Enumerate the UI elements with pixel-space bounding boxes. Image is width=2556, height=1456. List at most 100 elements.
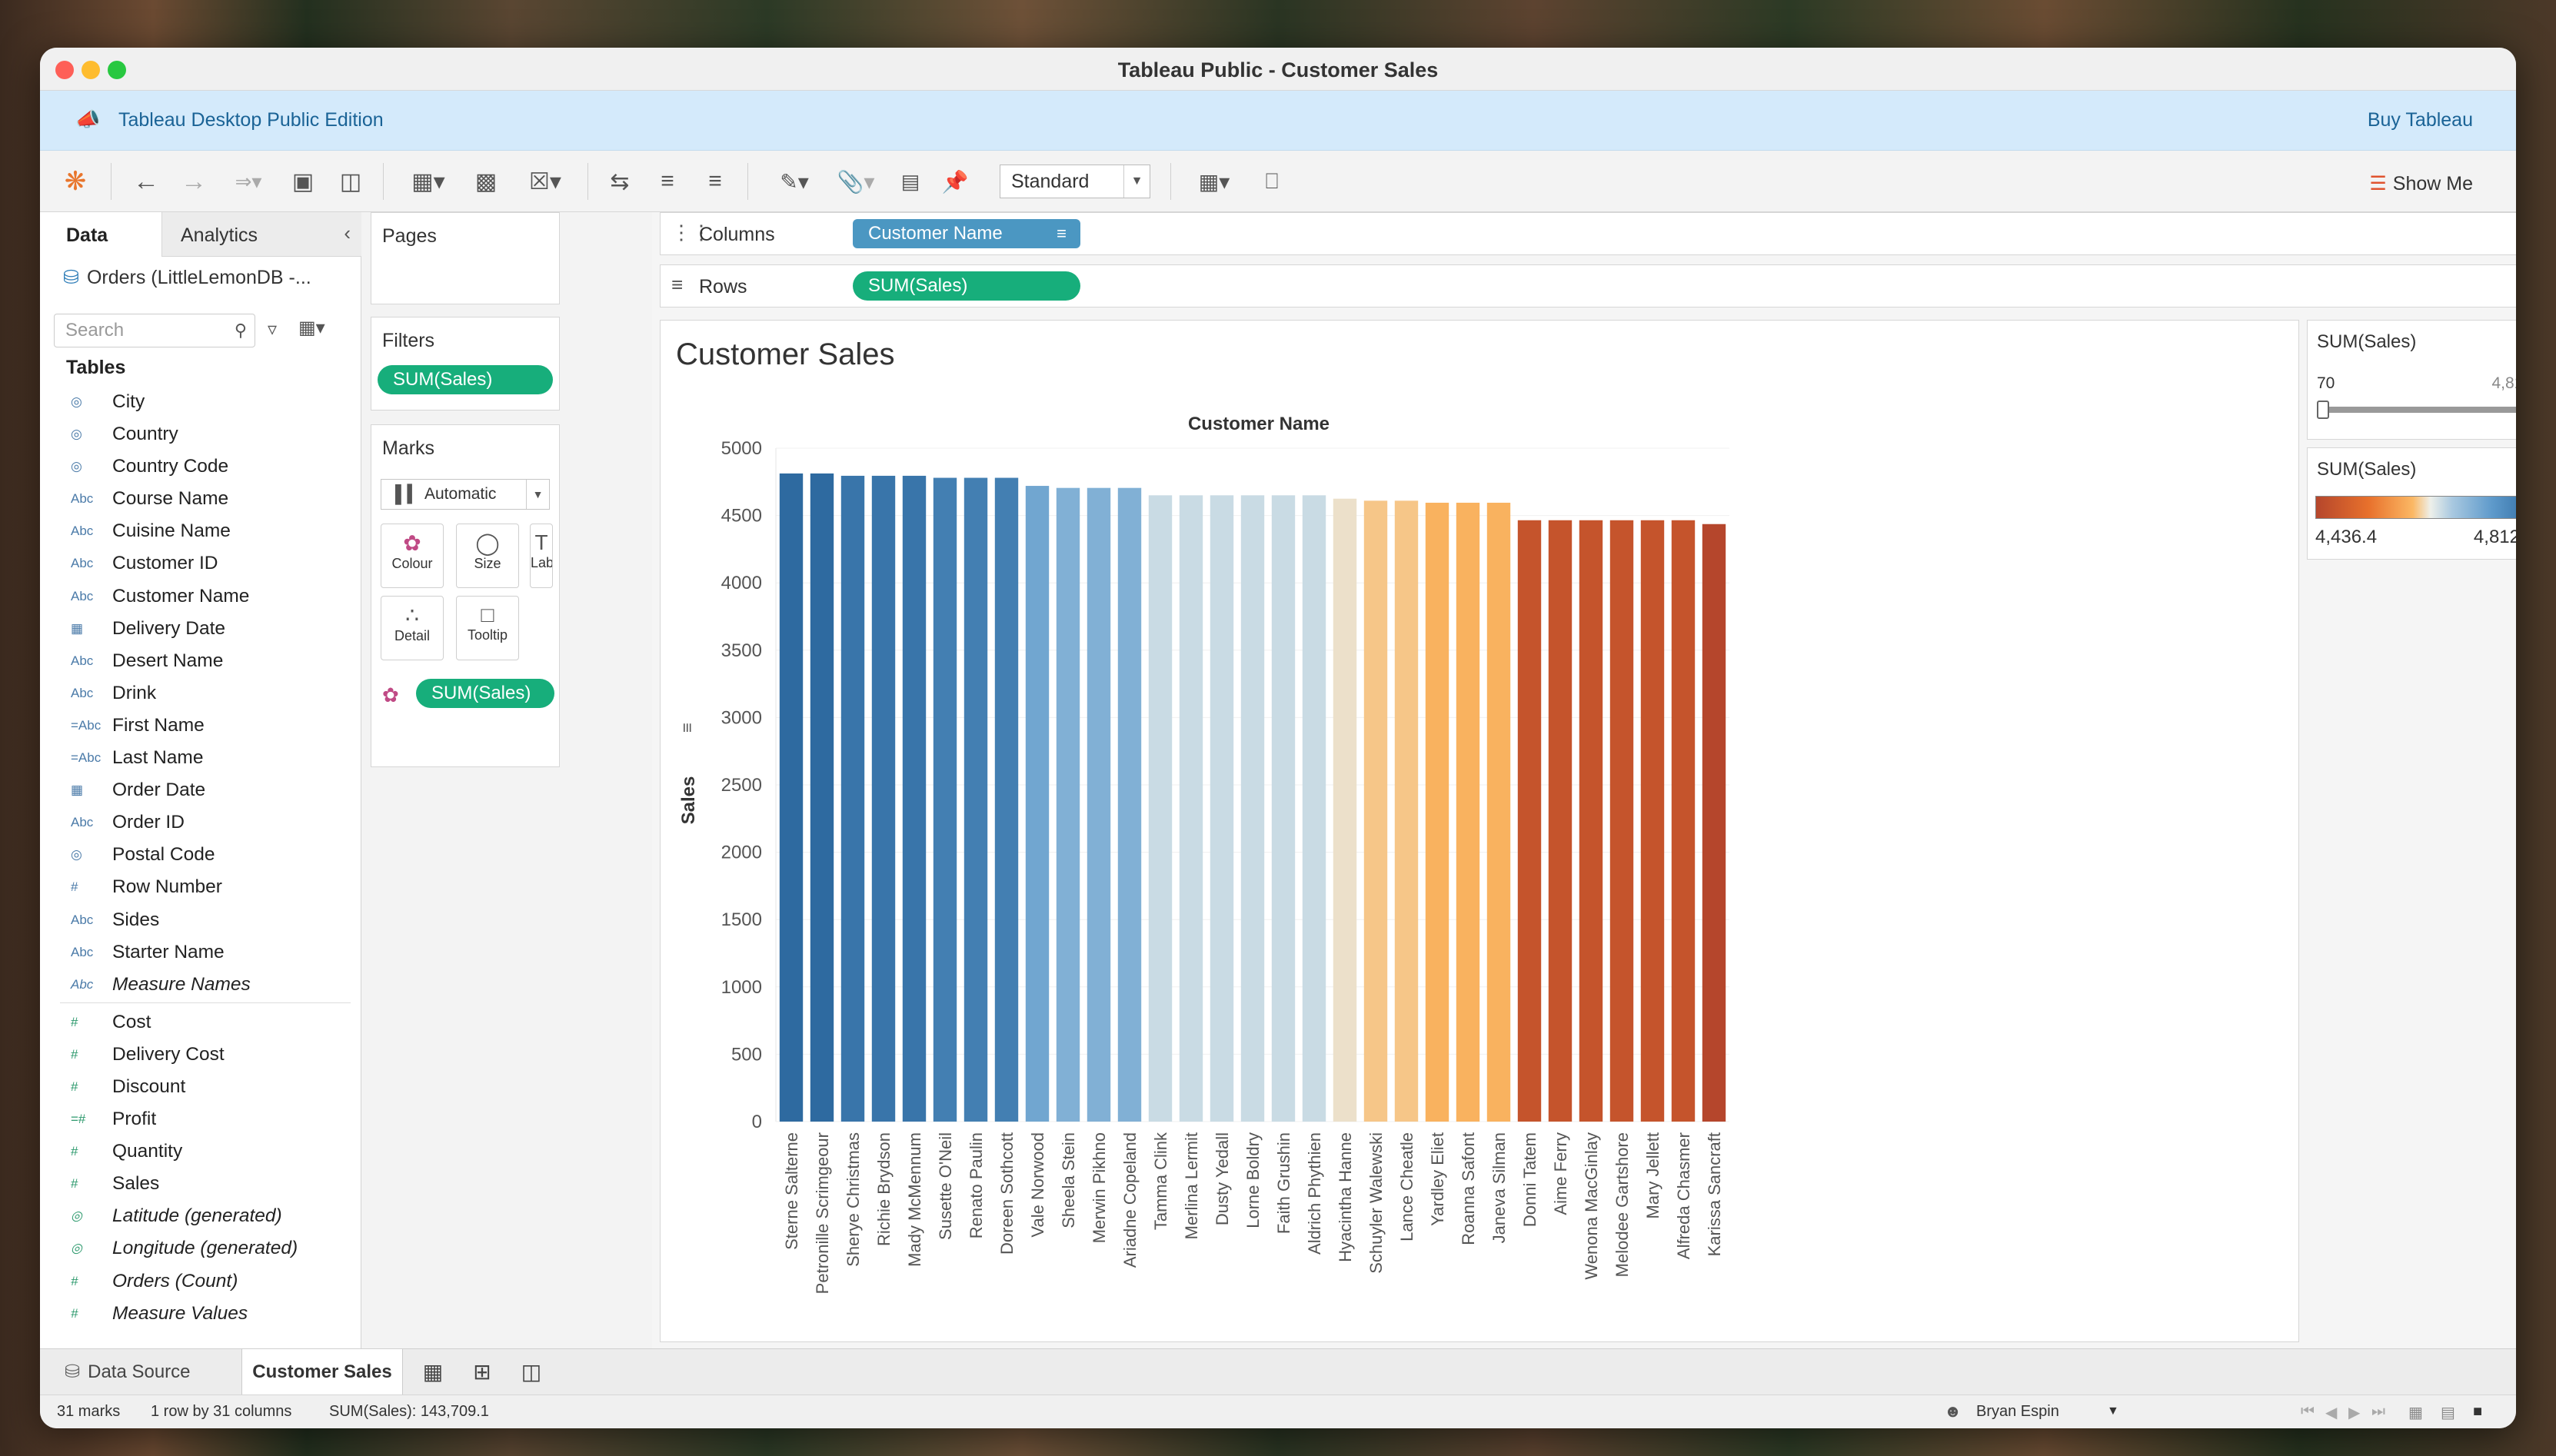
field-item[interactable]: Abc Customer ID <box>40 547 361 580</box>
clear-sheet-icon[interactable]: ☒▾ <box>515 163 575 200</box>
new-dashboard-tab-icon[interactable]: ⊞ <box>463 1349 501 1395</box>
next-sheet-icon[interactable]: ▶ <box>2348 1403 2360 1422</box>
field-item[interactable]: # Quantity <box>40 1135 361 1168</box>
filter-fields-icon[interactable]: ▿ <box>268 318 277 341</box>
tab-customer-sales[interactable]: Customer Sales <box>241 1349 403 1395</box>
field-item[interactable]: Abc Sides <box>40 904 361 936</box>
new-datasource-icon[interactable]: ◫ <box>332 163 369 200</box>
presentation-mode-icon[interactable]: ⎕ <box>1253 163 1290 200</box>
field-item[interactable]: Abc Starter Name <box>40 936 361 969</box>
colour-pill[interactable]: SUM(Sales) <box>416 679 554 708</box>
tab-data[interactable]: Data <box>40 212 161 257</box>
highlight-icon[interactable]: ✎▾ <box>767 163 821 200</box>
field-item[interactable]: ◎ Longitude (generated) <box>40 1232 361 1265</box>
field-label: Latitude (generated) <box>112 1205 282 1227</box>
buy-tableau-link[interactable]: Buy Tableau <box>2368 109 2473 131</box>
fix-axes-icon[interactable]: 📌 <box>937 163 973 200</box>
filter-slider-track[interactable] <box>2323 407 2516 413</box>
field-item[interactable]: # Delivery Cost <box>40 1039 361 1071</box>
field-label: Sides <box>112 909 160 930</box>
tooltip-button[interactable]: □ Tooltip <box>456 596 519 660</box>
field-item[interactable]: Abc Desert Name <box>40 645 361 677</box>
field-type-icon: Abc <box>71 685 94 700</box>
mark-type-dropdown[interactable]: ▌▍ Automatic ▼ <box>381 479 550 510</box>
columns-label: Columns <box>699 224 775 245</box>
swap-axes-icon[interactable]: ⇆ <box>601 163 638 200</box>
field-item[interactable]: ▦ Order Date <box>40 774 361 806</box>
detail-button[interactable]: ∴ Detail <box>381 596 444 660</box>
field-type-icon: Abc <box>71 912 94 927</box>
new-story-tab-icon[interactable]: ◫ <box>512 1349 551 1395</box>
filmstrip-view-icon[interactable]: ▤ <box>2441 1403 2455 1422</box>
field-item[interactable]: # Orders (Count) <box>40 1265 361 1298</box>
field-item[interactable]: Abc Order ID <box>40 806 361 839</box>
field-item[interactable]: # Row Number <box>40 871 361 903</box>
grid-view-icon[interactable]: ▦ <box>2408 1403 2423 1422</box>
sort-descending-icon[interactable]: ≡ <box>697 163 734 200</box>
replay-icon[interactable]: ⇒▾ <box>221 163 275 200</box>
show-me-button[interactable]: ☰ Show Me <box>2369 172 2473 195</box>
tabs-view-icon[interactable]: ■ <box>2473 1403 2482 1421</box>
field-item[interactable]: Abc Drink <box>40 677 361 710</box>
view-options-icon[interactable]: ▦▾ <box>298 317 325 339</box>
size-button[interactable]: ◯ Size <box>456 524 519 588</box>
x-tick-label: Doreen Sothcott <box>997 1132 1017 1255</box>
rows-shelf[interactable]: ≡ Rows SUM(Sales) <box>660 264 2516 307</box>
y-tick-label: 2500 <box>721 775 762 796</box>
field-item[interactable]: Abc Customer Name <box>40 580 361 613</box>
rows-pill[interactable]: SUM(Sales) <box>853 271 1080 301</box>
new-worksheet-tab-icon[interactable]: ▦ <box>414 1349 452 1395</box>
field-item[interactable]: ◎ Country <box>40 418 361 450</box>
globe-icon: ◎ <box>71 394 82 409</box>
sort-ascending-icon[interactable]: ≡ <box>649 163 686 200</box>
field-item[interactable]: Abc Cuisine Name <box>40 515 361 547</box>
show-cards-icon[interactable]: ▦▾ <box>1186 163 1243 200</box>
field-item[interactable]: ◎ Postal Code <box>40 839 361 871</box>
tab-data-source[interactable]: ⛁ Data Source <box>51 1349 243 1395</box>
label-button[interactable]: TLabel <box>530 524 553 588</box>
field-item[interactable]: # Cost <box>40 1006 361 1039</box>
field-item[interactable]: =Abc First Name <box>40 710 361 742</box>
data-source-label: Data Source <box>88 1361 191 1382</box>
new-worksheet-icon[interactable]: ▦▾ <box>398 163 458 200</box>
tableau-logo-icon[interactable]: ❋ <box>57 163 94 200</box>
chevron-down-icon[interactable]: ▼ <box>2107 1404 2119 1418</box>
first-sheet-icon[interactable]: ⏮ <box>2301 1403 2315 1421</box>
field-item[interactable]: ◎ City <box>40 386 361 418</box>
group-icon[interactable]: 📎▾ <box>829 163 883 200</box>
filter-slider-min-handle[interactable] <box>2317 401 2329 419</box>
columns-shelf[interactable]: ⋮⋮ Columns Customer Name ≡ <box>660 212 2516 255</box>
duplicate-sheet-icon[interactable]: ▩ <box>468 163 504 200</box>
previous-sheet-icon[interactable]: ◀ <box>2325 1403 2337 1422</box>
field-item[interactable]: # Measure Values <box>40 1298 361 1330</box>
field-item[interactable]: =Abc Last Name <box>40 742 361 774</box>
field-item[interactable]: # Sales <box>40 1168 361 1200</box>
filter-pill[interactable]: SUM(Sales) <box>378 365 553 394</box>
status-user[interactable]: Bryan Espin <box>1976 1403 2059 1421</box>
datasource-item[interactable]: ⛁ Orders (LittleLemonDB -... <box>63 266 311 289</box>
field-item[interactable]: Abc Measure Names <box>40 969 361 1001</box>
redo-icon[interactable]: → <box>175 163 212 200</box>
undo-icon[interactable]: ← <box>128 163 165 200</box>
field-item[interactable]: ◎ Country Code <box>40 450 361 483</box>
save-icon[interactable]: ▣ <box>285 163 321 200</box>
search-input[interactable]: Search ⚲ <box>54 314 255 347</box>
filters-card[interactable]: Filters SUM(Sales) <box>371 317 560 411</box>
field-item[interactable]: # Discount <box>40 1071 361 1103</box>
tab-analytics[interactable]: Analytics ‹ <box>161 212 361 257</box>
collapse-pane-icon[interactable]: ‹ <box>344 221 351 245</box>
fit-dropdown[interactable]: Standard ▼ <box>1000 165 1150 198</box>
show-labels-icon[interactable]: ▤ <box>892 163 929 200</box>
colour-button[interactable]: ✿ Colour <box>381 524 444 588</box>
field-item[interactable]: ▦ Delivery Date <box>40 613 361 645</box>
pages-card[interactable]: Pages <box>371 212 560 304</box>
field-label: Country <box>112 424 178 445</box>
field-label: Measure Names <box>112 973 251 995</box>
last-sheet-icon[interactable]: ⏭ <box>2371 1403 2385 1421</box>
x-tick-label: Wenona MacGinlay <box>1582 1132 1601 1280</box>
field-item[interactable]: Abc Course Name <box>40 483 361 515</box>
x-tick-label: Janeva Silman <box>1489 1132 1509 1243</box>
field-item[interactable]: ◎ Latitude (generated) <box>40 1200 361 1232</box>
columns-pill[interactable]: Customer Name ≡ <box>853 219 1080 248</box>
field-item[interactable]: =# Profit <box>40 1103 361 1135</box>
